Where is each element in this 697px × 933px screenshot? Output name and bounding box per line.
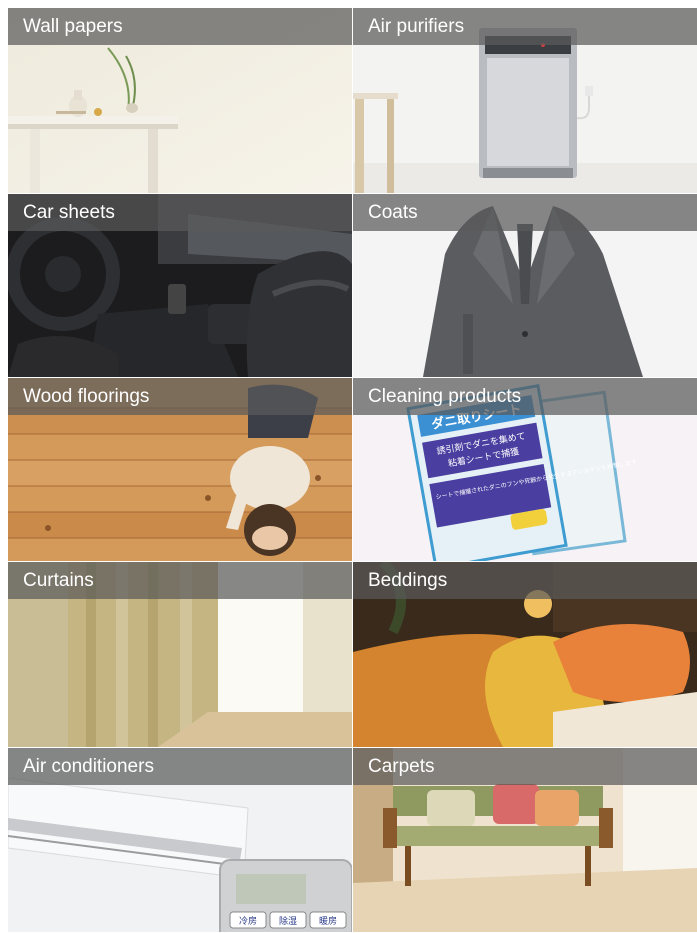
tile-label: Wall papers xyxy=(23,16,123,37)
tile-coats[interactable]: Coats xyxy=(353,194,697,377)
remote-button-cool: 冷房 xyxy=(239,915,257,927)
tile-cleaning-products[interactable]: ダニ取りシート 誘引剤でダニを集めて 粘着シートで捕獲 シートで捕獲されたダニの… xyxy=(353,378,697,561)
remote-button-dry: 除湿 xyxy=(279,915,297,927)
remote-control: 冷房 除湿 暖房 xyxy=(219,859,352,932)
tile-label: Car sheets xyxy=(23,202,115,223)
tile-label: Curtains xyxy=(23,570,94,591)
tile-car-sheets[interactable]: Car sheets xyxy=(8,194,352,377)
tile-wood-floorings[interactable]: Wood floorings xyxy=(8,378,352,561)
remote-button-heat: 暖房 xyxy=(319,915,337,927)
tile-wall-papers[interactable]: Wall papers xyxy=(8,8,352,193)
tile-carpets[interactable]: Carpets xyxy=(353,748,697,932)
tile-label: Coats xyxy=(368,202,418,223)
category-grid: Wall papers Air purifiers Car sheets Coa… xyxy=(8,8,697,932)
tile-label: Wood floorings xyxy=(23,386,150,407)
tile-curtains[interactable]: Curtains xyxy=(8,562,352,747)
tile-beddings[interactable]: Beddings xyxy=(353,562,697,747)
tile-air-conditioners[interactable]: 冷房 除湿 暖房 Air conditioners xyxy=(8,748,352,932)
tile-label: Cleaning products xyxy=(368,386,522,407)
tile-label: Beddings xyxy=(368,570,448,591)
tile-air-purifiers[interactable]: Air purifiers xyxy=(353,8,697,193)
tile-label: Carpets xyxy=(368,756,435,777)
tile-label: Air purifiers xyxy=(368,16,465,37)
tile-label: Air conditioners xyxy=(23,756,154,777)
